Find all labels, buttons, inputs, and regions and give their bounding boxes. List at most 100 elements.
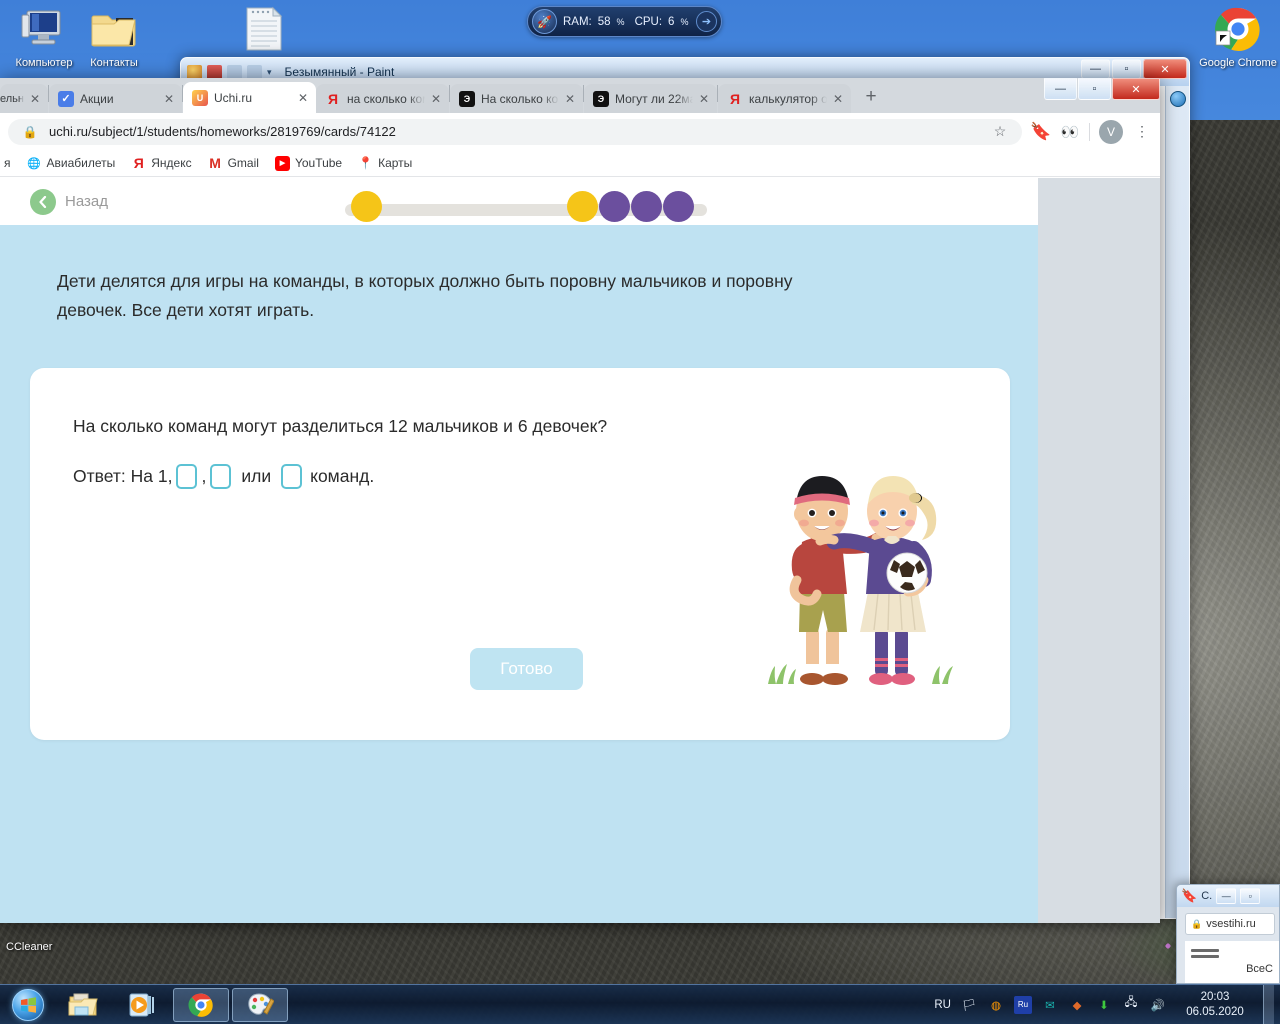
bookmark-overflow-label[interactable]: я [4,156,11,170]
hamburger-menu-icon[interactable] [1191,949,1219,958]
new-tab-button[interactable]: + [857,83,885,111]
eyes-extension-icon[interactable]: 👀 [1060,122,1080,142]
tab-label: калькулятор он [749,91,827,106]
avatar[interactable]: V [1099,119,1123,144]
tab-close-icon[interactable]: ✕ [565,92,577,106]
secondary-url: vsestihi.ru [1206,918,1256,930]
progress-indicator [345,191,707,222]
taskbar-button-paint[interactable] [232,987,288,1022]
secondary-browser-window[interactable]: 🔖 C. — ▫ 🔒 vsestihi.ru ВсеС [1176,884,1280,984]
network-icon[interactable]: 🖧 [1122,996,1140,1014]
paint-minimize-button[interactable]: — [1081,59,1110,79]
desktop-icon-chrome[interactable]: Google Chrome [1196,4,1280,70]
tab-favicon: U [192,89,208,106]
punto-ru-icon[interactable]: Ru [1014,995,1032,1014]
language-indicator[interactable]: RU [934,999,951,1011]
tab-favicon: Я [729,90,741,107]
tab-close-icon[interactable]: ✕ [431,92,443,106]
browser-tab-2-active[interactable]: U Uchi.ru ✕ [183,82,316,113]
bookmark-youtube[interactable]: ▶ YouTube [274,155,343,171]
browser-tab-3[interactable]: Я на сколько ком ✕ [316,84,449,113]
taskbar-button-chrome[interactable] [173,987,229,1022]
progress-dot-4[interactable] [631,191,662,222]
gmail-icon: M [209,155,221,171]
browser-tab-5[interactable]: Э Могут ли 22мал ✕ [584,84,717,113]
tab-close-icon[interactable]: ✕ [30,92,42,106]
progress-dot-5[interactable] [663,191,694,222]
windows-taskbar: RU 🏳 ◍ Ru ✉ ◆ ⬇ 🖧 🔊 20:03 06.05.2020 [0,984,1280,1024]
bookmark-gmail[interactable]: M Gmail [208,155,259,171]
secondary-minimize-button[interactable]: — [1216,888,1237,904]
ccleaner-icon[interactable]: ◆ [1068,996,1086,1014]
desktop-icon-contacts[interactable]: Контакты [72,4,156,70]
bookmark-yandex[interactable]: Я Яндекс [131,155,192,171]
quick-access-chevron-icon[interactable]: ▾ [267,67,272,78]
three-dot-menu-icon[interactable]: ⋮ [1132,122,1152,142]
show-desktop-button[interactable] [1263,984,1274,1024]
chrome-browser-window[interactable]: ельны ✕ ✓ Акции ✕ U Uchi.ru ✕ Я на сколь… [0,78,1160,923]
taskbar-clock[interactable]: 20:03 06.05.2020 [1176,990,1254,1020]
progress-dot-2[interactable] [567,191,598,222]
help-icon[interactable] [1169,91,1186,107]
bookmarks-bar: я 🌐 Авиабилеты Я Яндекс M Gmail ▶ YouTub… [0,150,1160,177]
chevron-left-icon [30,188,56,215]
cpu-percent: % [680,16,689,27]
secondary-address-bar[interactable]: 🔒 vsestihi.ru [1185,913,1275,935]
tab-close-icon[interactable]: ✕ [298,91,310,105]
paint-close-button[interactable]: ✕ [1143,59,1187,79]
lock-icon: 🔒 [22,124,38,139]
arrow-right-icon[interactable]: ➔ [696,11,717,32]
taskbar-button-media-player[interactable] [114,988,170,1022]
tab-label: Могут ли 22мал [615,91,693,106]
tab-label: ельны [0,92,24,105]
answer-input-2[interactable] [210,463,232,489]
browser-tab-0[interactable]: ельны ✕ [0,84,48,113]
answer-suffix: команд. [310,465,375,486]
bookmark-extension-icon[interactable]: 🔖 [1030,122,1051,142]
secondary-maximize-button[interactable]: ▫ [1240,888,1261,904]
volume-icon[interactable]: 🔊 [1149,996,1167,1014]
start-button[interactable] [4,987,52,1023]
bookmark-aviabilety[interactable]: 🌐 Авиабилеты [27,156,115,171]
tab-favicon: Э [593,90,609,107]
flag-action-center-icon[interactable]: 🏳 [960,996,978,1014]
desktop-icon-ccleaner-label[interactable]: CCleaner [6,941,52,953]
address-bar[interactable]: 🔒 uchi.ru/subject/1/students/homeworks/2… [8,118,1022,145]
answer-input-1[interactable] [176,463,198,489]
esset-icon[interactable]: ✉ [1041,996,1059,1014]
tab-close-icon[interactable]: ✕ [699,92,711,106]
taskbar-button-explorer[interactable] [55,988,111,1022]
bookmark-maps[interactable]: 📍 Карты [358,156,412,171]
ram-value: 58 [597,15,611,28]
browser-tab-1[interactable]: ✓ Акции ✕ [49,84,182,113]
browser-tab-6[interactable]: Я калькулятор он ✕ [718,84,851,113]
desktop-icon-notepad[interactable] [222,4,306,57]
paint-maximize-button[interactable]: ▫ [1112,59,1141,79]
star-icon[interactable]: ☆ [990,122,1010,142]
chrome-window-controls: — ▫ ✕ [1043,78,1160,100]
browser-tab-4[interactable]: Э На сколько ком ✕ [450,84,583,113]
avast-icon[interactable]: ◍ [987,996,1005,1014]
tab-label: Uchi.ru [214,90,253,105]
answer-input-3[interactable] [281,463,303,489]
clock-date: 06.05.2020 [1186,1005,1244,1018]
secondary-window-titlebar[interactable]: 🔖 C. — ▫ [1177,885,1279,907]
back-button[interactable]: Назад [30,188,108,215]
globe-icon: 🌐 [27,157,41,170]
question-card: На сколько команд могут разделиться 12 м… [30,367,1010,740]
bookmark-label: YouTube [294,156,343,170]
answer-separator: , [201,465,207,486]
page-right-gutter [1038,178,1160,923]
chrome-minimize-button[interactable]: — [1044,78,1077,100]
progress-dot-1[interactable] [351,191,382,222]
download-arrow-icon[interactable]: ⬇ [1095,996,1113,1014]
chrome-close-button[interactable]: ✕ [1112,78,1160,100]
chrome-maximize-button[interactable]: ▫ [1078,78,1111,100]
notepad-document-icon [222,4,306,54]
ram-cpu-widget[interactable]: 🚀 RAM: 58 % CPU: 6 % ➔ [527,6,722,37]
task-intro-text: Дети делятся для игры на команды, в кото… [57,271,793,321]
tab-close-icon[interactable]: ✕ [833,92,845,106]
done-button[interactable]: Готово [470,647,583,690]
tab-close-icon[interactable]: ✕ [164,92,176,106]
progress-dot-3[interactable] [599,191,630,222]
